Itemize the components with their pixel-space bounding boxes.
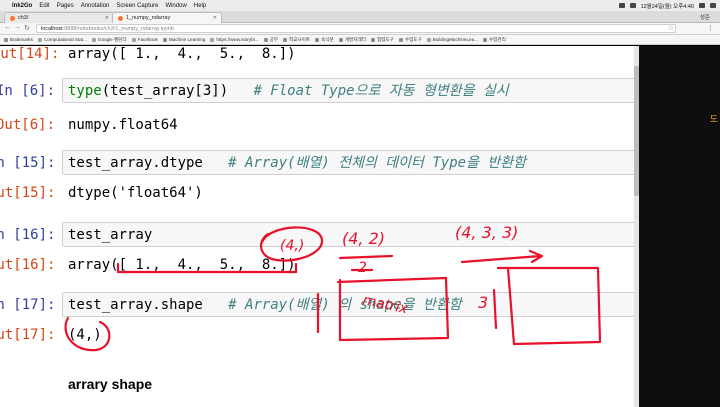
forward-arrow-icon[interactable]: → (14, 24, 21, 31)
page-icon (37, 37, 42, 42)
url-path: :8888/notebooks/ch3/1_numpy_ndarray.ipyn… (62, 25, 174, 32)
url-host: localhost (41, 25, 63, 32)
bookmark-item[interactable]: 협업도구 (370, 37, 394, 43)
address-bar-row: ← → ↻ localhost:8888/notebooks/ch3/1_num… (0, 23, 720, 35)
back-arrow-icon[interactable]: ← (4, 24, 11, 31)
in-prompt: In [16]: (0, 227, 56, 243)
right-dark-area: 도 (634, 46, 720, 407)
code-line[interactable]: test_array.shape # Array(배열) 의 shape을 반환… (68, 296, 462, 314)
bookmark-item[interactable]: https://www.storybl... (210, 37, 259, 42)
menu-screen-capture[interactable]: Screen Capture (116, 3, 158, 9)
out-prompt: Out[14]: (0, 46, 60, 62)
menu-help[interactable]: Help (194, 3, 206, 9)
bookmark-item[interactable]: 공부 (263, 37, 278, 43)
calendar-icon (91, 37, 96, 42)
url-field[interactable]: localhost:8888/notebooks/ch3/1_numpy_nda… (36, 24, 676, 33)
chrome-menu-icon[interactable]: ⋮ (707, 24, 714, 32)
code-comment: # Array(배열) 의 shape을 반환함 (228, 297, 462, 313)
profile-name[interactable]: 성준 (700, 13, 710, 21)
folder-icon (315, 37, 320, 42)
in-prompt: In [6]: (0, 83, 56, 99)
output-text: dtype('float64') (68, 185, 203, 201)
in-prompt: In [17]: (0, 297, 56, 313)
close-tab-icon[interactable]: ✕ (105, 15, 109, 21)
bookmark-star-icon[interactable]: ☆ (668, 24, 674, 32)
code-cell[interactable]: type(test_array[3]) # Float Type으로 자동 형변… (62, 78, 634, 103)
scrollbar-track[interactable] (634, 46, 639, 407)
menu-window[interactable]: Window (165, 3, 186, 9)
bookmark-item[interactable]: Google 캘린더 (91, 37, 127, 43)
output-text: numpy.float64 (68, 117, 178, 133)
folder-icon (482, 37, 487, 42)
folder-icon (263, 37, 268, 42)
out-prompt: Out[16]: (0, 257, 56, 273)
folder-icon (338, 37, 343, 42)
bookmarks-bar: Bookmarks Computational Stat... Google 캘… (0, 35, 720, 45)
in-prompt: In [15]: (0, 155, 56, 171)
menu-annotation[interactable]: Annotation (81, 3, 110, 9)
code-cell[interactable]: test_array (62, 222, 634, 247)
folder-icon (162, 37, 167, 42)
search-icon[interactable] (699, 3, 705, 8)
notebook-page[interactable]: Out[14]: array([ 1., 4., 5., 8.]) In [6]… (0, 46, 634, 407)
facebook-icon (131, 37, 136, 42)
bookmark-item[interactable]: 개발자레터 (338, 37, 366, 43)
output-text: array([ 1., 4., 5., 8.]) (68, 46, 296, 62)
code-line[interactable]: type(test_array[3]) # Float Type으로 자동 형변… (68, 82, 509, 100)
output-text: (4,) (68, 327, 102, 343)
menu-edit[interactable]: Edit (39, 3, 49, 9)
code-line[interactable]: test_array.dtype # Array(배열) 전체의 데이터 Typ… (68, 154, 526, 172)
bookmark-item[interactable]: 학교사이트 (282, 37, 310, 43)
folder-icon (398, 37, 403, 42)
code-line[interactable]: test_array (68, 226, 152, 244)
out-prompt: Out[6]: (0, 117, 56, 133)
code-cell[interactable]: test_array.dtype # Array(배열) 전체의 데이터 Typ… (62, 150, 634, 175)
output-text: array([ 1., 4., 5., 8.]) (68, 257, 296, 273)
bookmark-item[interactable]: Machine Learning (162, 37, 205, 42)
close-tab-icon[interactable]: ✕ (213, 15, 217, 21)
bookmark-item[interactable]: 수업도구 (398, 37, 422, 43)
tab-1-numpy-ndarray[interactable]: 1_numpy_ndarray ✕ (112, 12, 222, 23)
folder-icon (370, 37, 375, 42)
github-icon (426, 37, 431, 42)
tab-ch3[interactable]: ch3/ ✕ (4, 12, 114, 23)
bookmark-item[interactable]: Computational Stat... (37, 37, 87, 42)
clipped-side-glyph: 도 (709, 114, 718, 124)
bookmark-item[interactable]: 숙식분 (315, 37, 334, 43)
folder-icon (282, 37, 287, 42)
battery-icon[interactable] (629, 3, 636, 8)
menu-app-name[interactable]: Ink2Go (12, 3, 32, 9)
page-icon (210, 37, 215, 42)
tab-label: 1_numpy_ndarray (126, 15, 171, 21)
code-cell[interactable]: test_array.shape # Array(배열) 의 shape을 반환… (62, 292, 634, 317)
reload-icon[interactable]: ↻ (24, 24, 30, 32)
markdown-heading: arrary shape (68, 376, 153, 392)
macos-menu-bar: Ink2Go Edit Pages Annotation Screen Capt… (0, 0, 720, 11)
clock[interactable]: 12월24일(월) 오후4:40 (641, 2, 694, 10)
notification-center-icon[interactable] (710, 3, 716, 8)
folder-icon (4, 37, 8, 42)
jupyter-favicon-icon (10, 15, 15, 21)
bookmark-item[interactable]: Facebook (131, 37, 158, 42)
bookmark-item[interactable]: 수업관리 (482, 37, 506, 43)
out-prompt: Out[17]: (0, 327, 56, 343)
jupyter-favicon-icon (118, 15, 123, 21)
menu-pages[interactable]: Pages (57, 3, 74, 9)
bookmark-item[interactable]: BuildingMachineLea... (426, 37, 478, 42)
code-comment: # Float Type으로 자동 형변환을 실시 (253, 83, 509, 99)
scrollbar-thumb[interactable] (634, 66, 639, 196)
tab-label: ch3/ (18, 15, 29, 21)
code-comment: # Array(배열) 전체의 데이터 Type을 반환함 (228, 155, 527, 171)
out-prompt: Out[15]: (0, 185, 56, 201)
wifi-icon[interactable] (618, 3, 625, 8)
bookmark-item[interactable]: Bookmarks (4, 37, 33, 42)
browser-tab-strip: ch3/ ✕ 1_numpy_ndarray ✕ 성준 (0, 11, 720, 23)
menu-extras: 12월24일(월) 오후4:40 (618, 0, 716, 11)
